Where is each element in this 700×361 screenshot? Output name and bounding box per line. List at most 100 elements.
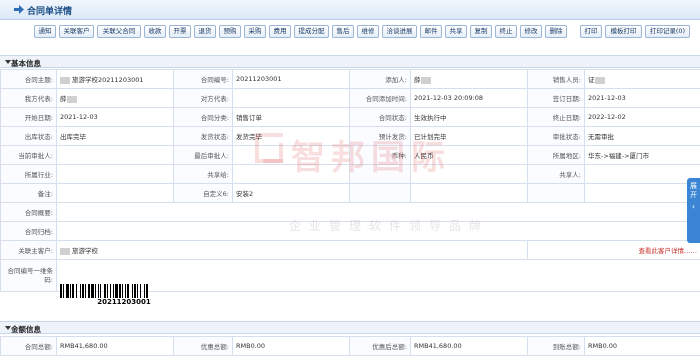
receipt-button[interactable]: 收款 (144, 25, 166, 38)
field-label: 优惠总额: (173, 336, 233, 356)
field-value: 人民币 (410, 145, 528, 165)
purchase-button[interactable]: 采购 (244, 25, 266, 38)
view-customer-link[interactable]: 查看此客户详情…… (639, 247, 698, 255)
field-value (584, 183, 700, 203)
field-label: 币种: (349, 145, 411, 165)
field-value: 华东->福建->厦门市 (584, 145, 700, 165)
copy-button[interactable]: 复制 (470, 25, 492, 38)
field-label: 所属地区: (527, 145, 585, 165)
field-value: RMB0.00 (232, 336, 350, 356)
after-sales-button[interactable]: 售后 (332, 25, 354, 38)
field-value: 出库完毕 (56, 126, 174, 146)
prepurchase-button[interactable]: 预购 (219, 25, 241, 38)
field-value (232, 88, 350, 108)
terminate-button[interactable]: 终止 (495, 25, 517, 38)
chevron-left-icon: ‹ (691, 202, 696, 211)
print-button[interactable]: 打印 (580, 25, 602, 38)
section-label: 金额信息 (11, 325, 41, 334)
field-value (232, 164, 350, 184)
delete-button[interactable]: 删除 (545, 25, 567, 38)
print-log-button[interactable]: 打印记录(0) (645, 25, 690, 38)
field-label (527, 183, 585, 203)
field-label: 最后审批人: (173, 145, 233, 165)
field-label: 备注: (0, 183, 57, 203)
field-label: 所属行业: (0, 164, 57, 184)
field-value (56, 221, 700, 241)
field-label: 终止日期: (527, 107, 585, 127)
field-value: 2021-12-03 (584, 88, 700, 108)
field-label (349, 164, 411, 184)
field-value (232, 145, 350, 165)
field-label: 合同状态: (349, 107, 411, 127)
email-button[interactable]: 邮件 (420, 25, 442, 38)
field-label: 合同归档: (0, 221, 57, 241)
section-label: 基本信息 (11, 59, 41, 68)
share-button[interactable]: 共享 (445, 25, 467, 38)
arrow-right-icon (14, 5, 24, 14)
field-label: 合同编号: (173, 69, 233, 89)
field-label: 共享人: (527, 164, 585, 184)
table-row: 开始日期: 2021-12-03 合同分类: 销售订单 合同状态: 生效执行中 … (0, 107, 700, 127)
field-label (349, 183, 411, 203)
field-value: 旅游学校 (56, 240, 528, 260)
field-value (584, 164, 700, 184)
amount-info-table: 合同总额: RMB41,680.00 优惠总额: RMB0.00 优惠后总额: … (0, 336, 700, 356)
field-value: 薛 (56, 88, 174, 108)
field-label: 出库状态: (0, 126, 57, 146)
page-title: 合同单详情 (27, 7, 73, 17)
field-label: 自定义6: (173, 183, 233, 203)
redacted-mark (420, 76, 431, 84)
field-label: 合同添加时间: (349, 88, 411, 108)
field-value: 2022-12-02 (584, 107, 700, 127)
field-value: 无需审批 (584, 126, 700, 146)
notify-button[interactable]: 通知 (34, 25, 56, 38)
redacted-mark (60, 247, 70, 255)
toolbar: 通知 关联客户 关联父合同 收款 开票 退货 预购 采购 费用 提成分配 售后 … (0, 24, 700, 40)
field-label: 开始日期: (0, 107, 57, 127)
field-value: 薛 (410, 69, 528, 89)
field-label: 合同总额: (0, 336, 57, 356)
edit-button[interactable]: 修改 (520, 25, 542, 38)
side-tab-label: 展开 (690, 182, 697, 199)
invoice-button[interactable]: 开票 (169, 25, 191, 38)
field-value (56, 145, 174, 165)
field-label: 对方代表: (173, 88, 233, 108)
field-value: RMB0.00 (584, 336, 700, 356)
field-label: 到账总额: (527, 336, 585, 356)
basic-info-header[interactable]: 基本信息 (0, 55, 700, 68)
template-print-button[interactable]: 模板打印 (605, 25, 642, 38)
table-row: 合同概要: (0, 202, 700, 222)
table-row: 合同归档: (0, 221, 700, 241)
field-label: 发货状态: (173, 126, 233, 146)
table-row: 所属行业: 共享给: 共享人: (0, 164, 700, 184)
field-label: 合同主题: (0, 69, 57, 89)
field-value (56, 202, 700, 222)
repair-button[interactable]: 维修 (357, 25, 379, 38)
field-label: 预计发货: (349, 126, 411, 146)
link-parent-contract-button[interactable]: 关联父合同 (97, 25, 141, 38)
field-value: 旅游学校20211203001 (56, 69, 174, 89)
table-row: 关联主客户: 旅游学校 查看此客户详情…… (0, 240, 700, 260)
table-row: 备注: 自定义6: 安装2 (0, 183, 700, 203)
expense-button[interactable]: 费用 (269, 25, 291, 38)
redacted-mark (594, 76, 605, 84)
redacted-mark (66, 95, 77, 103)
field-label: 审批状态: (527, 126, 585, 146)
commission-button[interactable]: 提成分配 (294, 25, 329, 38)
field-value: 20211203001 (232, 69, 350, 89)
field-value: 已计划完毕 (410, 126, 528, 146)
table-row: 合同主题: 旅游学校20211203001 合同编号: 20211203001 … (0, 69, 700, 89)
field-label: 当前审批人: (0, 145, 57, 165)
return-button[interactable]: 退货 (194, 25, 216, 38)
field-value: 2021-12-03 (56, 107, 174, 127)
field-label: 添加人: (349, 69, 411, 89)
negotiation-button[interactable]: 洽谈进展 (382, 25, 417, 38)
expand-side-tab[interactable]: 展开 ‹ (687, 178, 700, 243)
amount-info-header[interactable]: 金额信息 (0, 321, 700, 334)
barcode-number: 20211203001 (60, 298, 188, 306)
redacted-mark (60, 76, 70, 84)
link-customer-button[interactable]: 关联客户 (59, 25, 94, 38)
field-value: 销售订单 (232, 107, 350, 127)
table-row: 我方代表: 薛 对方代表: 合同添加时间: 2021-12-03 20:09:0… (0, 88, 700, 108)
field-value: 2021-12-03 20:09:08 (410, 88, 528, 108)
